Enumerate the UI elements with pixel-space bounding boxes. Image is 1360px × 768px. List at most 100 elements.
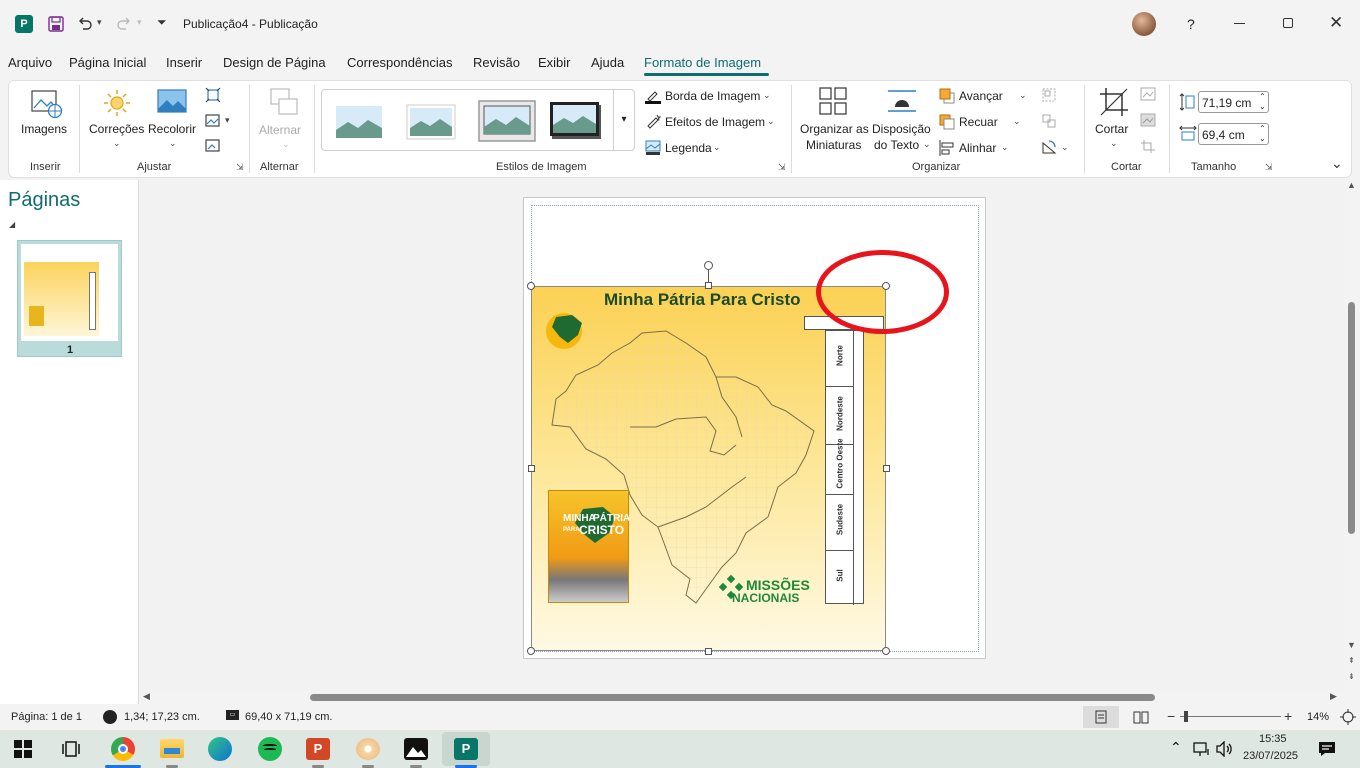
ribbon-separator xyxy=(791,85,792,173)
next-page-icon[interactable]: ⇟ xyxy=(1348,672,1355,681)
borda-de-imagem-button[interactable]: Borda de Imagem ⌄ xyxy=(645,87,773,105)
help-button[interactable]: ? xyxy=(1187,16,1195,32)
scroll-right-arrow-icon[interactable]: ▶ xyxy=(1330,691,1337,702)
ribbon-collapse-icon[interactable]: ⌄ xyxy=(1331,155,1343,172)
previous-page-icon[interactable]: ⇞ xyxy=(1348,656,1355,665)
picture-style-4[interactable] xyxy=(550,102,602,140)
clock-date[interactable]: 23/07/2025 xyxy=(1243,750,1298,762)
correcoes-button[interactable]: Correções ⌄ xyxy=(87,87,147,153)
resize-handle-bottom[interactable] xyxy=(705,648,712,655)
compress-pictures-icon[interactable] xyxy=(205,87,221,103)
alinhar-button[interactable]: Alinhar ⌄ xyxy=(939,139,1015,157)
tab-exibir[interactable]: Exibir xyxy=(538,55,571,70)
tab-correspondencias[interactable]: Correspondências xyxy=(347,55,453,70)
resize-handle-left[interactable] xyxy=(528,465,535,472)
task-view-icon[interactable] xyxy=(62,740,80,758)
file-explorer-icon[interactable] xyxy=(160,739,184,758)
menu-bar: Arquivo Página Inicial Inserir Design de… xyxy=(0,48,1360,78)
rotate-icon[interactable] xyxy=(1041,139,1059,155)
picture-style-3[interactable] xyxy=(478,100,536,142)
recolorir-button[interactable]: Recolorir ⌄ xyxy=(147,87,199,153)
undo-dropdown-icon[interactable]: ▾ xyxy=(97,17,102,28)
height-input[interactable]: 71,19 cm ⌃ ⌄ xyxy=(1198,91,1269,113)
picture-style-2[interactable] xyxy=(406,104,456,140)
zoom-slider-track[interactable] xyxy=(1180,716,1281,717)
ribbon-separator xyxy=(1084,85,1085,173)
clock-time[interactable]: 15:35 xyxy=(1259,733,1287,745)
horizontal-scrollbar[interactable]: ◀ ▶ xyxy=(140,690,1344,704)
horizontal-scroll-thumb[interactable] xyxy=(310,694,1155,701)
cortar-button[interactable]: Cortar ⌄ xyxy=(1091,85,1137,155)
tab-arquivo[interactable]: Arquivo xyxy=(8,55,52,70)
vertical-scroll-thumb[interactable] xyxy=(1348,302,1355,534)
document-canvas: Minha Pátria Para Cristo Norte Nordeste … xyxy=(140,180,1344,692)
selected-picture[interactable]: Minha Pátria Para Cristo Norte Nordeste … xyxy=(531,286,886,651)
show-hidden-icons-icon[interactable]: ⌃ xyxy=(1170,739,1182,756)
paint-icon[interactable] xyxy=(356,738,380,760)
close-button[interactable]: ✕ xyxy=(1329,13,1343,33)
undo-icon[interactable] xyxy=(77,15,93,31)
scroll-left-arrow-icon[interactable]: ◀ xyxy=(143,691,150,702)
change-picture-icon[interactable] xyxy=(205,113,221,129)
resize-handle-bottom-right[interactable] xyxy=(882,647,890,655)
width-input[interactable]: 69,4 cm ⌃ ⌄ xyxy=(1198,123,1269,145)
imagens-button[interactable]: Imagens xyxy=(19,87,71,147)
zoom-in-button[interactable]: + xyxy=(1284,708,1292,724)
disposicao-do-texto-button[interactable]: Disposição do Texto ⌄ xyxy=(869,85,935,155)
tab-inserir[interactable]: Inserir xyxy=(166,55,202,70)
notifications-icon[interactable] xyxy=(1318,740,1336,758)
efeitos-de-imagem-button[interactable]: Efeitos de Imagem ⌄ xyxy=(645,113,777,131)
customize-toolbar-icon[interactable]: ⏷ xyxy=(157,15,167,30)
resize-handle-top-left[interactable] xyxy=(527,282,535,290)
group-label-alternar: Alternar xyxy=(260,161,299,173)
zoom-out-button[interactable]: − xyxy=(1167,708,1175,724)
scroll-down-arrow-icon[interactable]: ▼ xyxy=(1347,640,1356,650)
reset-picture-icon[interactable] xyxy=(205,138,221,154)
estilos-dialog-launcher-icon[interactable]: ⇲ xyxy=(778,162,786,173)
tab-revisao[interactable]: Revisão xyxy=(473,55,520,70)
rotate-dropdown-icon[interactable]: ⌄ xyxy=(1061,142,1069,153)
resize-handle-right[interactable] xyxy=(883,465,890,472)
resize-handle-bottom-left[interactable] xyxy=(527,647,535,655)
chrome-icon[interactable] xyxy=(111,737,135,761)
publisher-taskbar-button[interactable]: P xyxy=(442,732,490,766)
edge-icon[interactable] xyxy=(208,737,232,761)
change-picture-dropdown-icon[interactable]: ▾ xyxy=(225,115,230,126)
avancar-button[interactable]: Avançar ⌄ xyxy=(939,87,1029,105)
recuar-button[interactable]: Recuar ⌄ xyxy=(939,113,1029,131)
vertical-scrollbar[interactable]: ▲ ▼ ⇞ ⇟ xyxy=(1344,180,1360,692)
legenda-button[interactable]: Legenda ⌄ xyxy=(645,139,725,157)
minimize-button[interactable] xyxy=(1234,23,1245,24)
ungroup-icon xyxy=(1042,114,1056,128)
restore-button[interactable] xyxy=(1283,18,1293,28)
picture-style-1[interactable] xyxy=(336,106,382,138)
spotify-icon[interactable] xyxy=(258,737,282,761)
photos-icon[interactable] xyxy=(404,738,428,760)
powerpoint-icon[interactable]: P xyxy=(306,738,330,760)
width-spin-icon[interactable]: ⌃ ⌄ xyxy=(1259,124,1266,144)
ajustar-dialog-launcher-icon[interactable]: ⇲ xyxy=(236,162,244,173)
two-page-spread-icon[interactable] xyxy=(1133,711,1149,724)
windows-start-icon[interactable] xyxy=(14,740,32,758)
tab-pagina-inicial[interactable]: Página Inicial xyxy=(69,55,146,70)
tab-ajuda[interactable]: Ajuda xyxy=(591,55,624,70)
rotation-handle[interactable] xyxy=(704,261,713,270)
resize-handle-top[interactable] xyxy=(705,282,712,289)
zoom-level[interactable]: 14% xyxy=(1307,711,1329,723)
zoom-slider-thumb[interactable] xyxy=(1184,711,1188,722)
volume-icon[interactable] xyxy=(1216,741,1234,757)
gallery-more-button[interactable]: ▾ xyxy=(613,89,635,151)
network-icon[interactable] xyxy=(1193,741,1211,757)
page-thumbnail-1[interactable]: 1 xyxy=(17,240,122,357)
tab-design-de-pagina[interactable]: Design de Página xyxy=(223,55,326,70)
fit-page-icon[interactable] xyxy=(1340,709,1356,725)
height-spin-icon[interactable]: ⌃ ⌄ xyxy=(1259,92,1266,112)
user-avatar[interactable] xyxy=(1132,12,1156,36)
organizar-miniaturas-button[interactable]: Organizar as Miniaturas xyxy=(797,85,869,155)
collapse-triangle-icon[interactable]: ◢ xyxy=(9,220,15,229)
save-icon[interactable] xyxy=(47,15,65,33)
scroll-up-arrow-icon[interactable]: ▲ xyxy=(1347,180,1356,190)
tamanho-dialog-launcher-icon[interactable]: ⇲ xyxy=(1265,162,1273,173)
tab-formato-de-imagem[interactable]: Formato de Imagem xyxy=(644,55,761,70)
single-page-view-button[interactable] xyxy=(1083,706,1119,728)
